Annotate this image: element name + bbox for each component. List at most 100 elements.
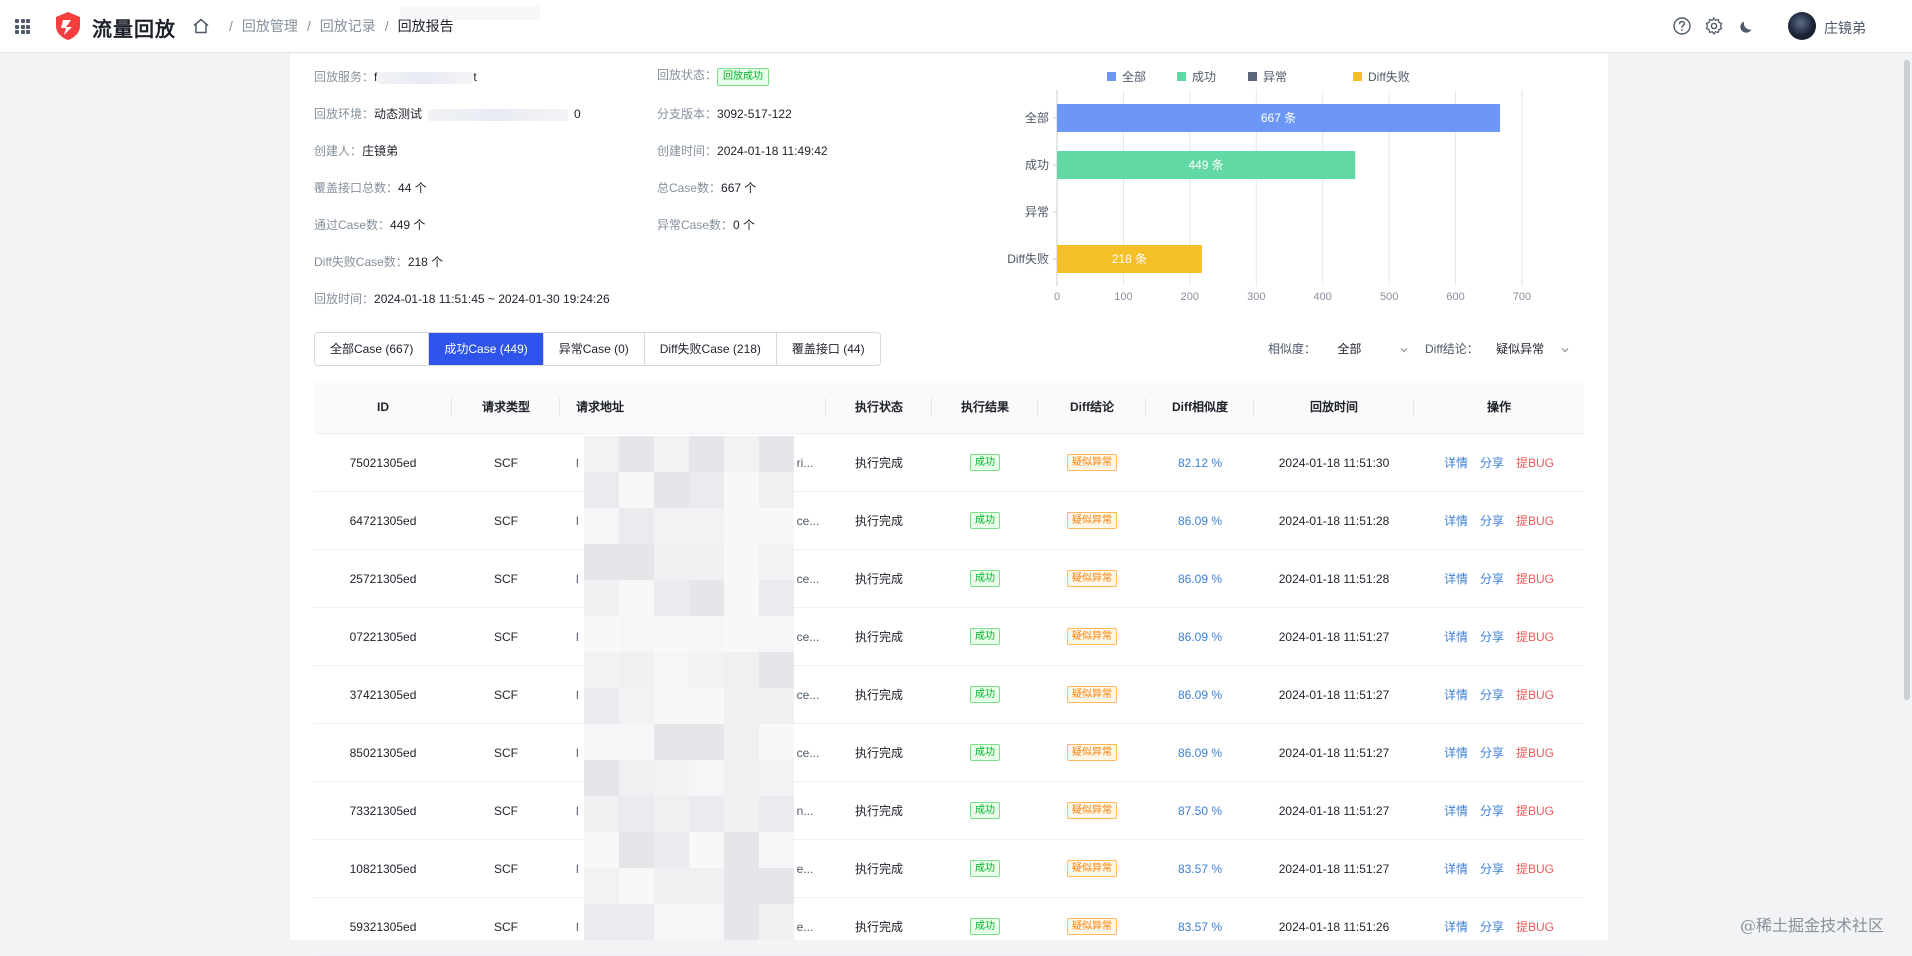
share-link[interactable]: 分享 — [1480, 862, 1504, 876]
cell-replay-time: 2024-01-18 11:51:26 — [1278, 919, 1390, 934]
cell-exec-result: 成功 — [932, 802, 1038, 819]
share-link[interactable]: 分享 — [1480, 572, 1504, 586]
mosaic-tile — [759, 724, 794, 760]
table-row: 37421305ed SCF l ce... 执行完成 成功 疑似异常 86.09 % 2024… — [314, 666, 1584, 724]
mosaic-tile — [584, 688, 619, 724]
diff-conclusion-select[interactable]: 疑似异常 — [1496, 340, 1570, 357]
tab-covered-apis[interactable]: 覆盖接口 (44) — [776, 333, 880, 365]
detail-link[interactable]: 详情 — [1444, 920, 1468, 934]
detail-link[interactable]: 详情 — [1444, 514, 1468, 528]
mosaic-tile — [619, 688, 654, 724]
mosaic-tile — [619, 508, 654, 544]
url-start: l — [576, 455, 579, 470]
mosaic-tile — [654, 544, 689, 580]
help-icon[interactable] — [1672, 16, 1692, 36]
detail-link[interactable]: 详情 — [1444, 804, 1468, 818]
mosaic-tile — [654, 508, 689, 544]
share-link[interactable]: 分享 — [1480, 804, 1504, 818]
mosaic-tile — [584, 436, 619, 472]
cell-request-type: SCF — [494, 571, 518, 586]
column-header-id[interactable]: ID — [314, 381, 452, 433]
report-bug-link[interactable]: 提BUG — [1516, 746, 1554, 760]
cell-id: 37421305ed — [349, 687, 417, 702]
cell-request-type: SCF — [494, 919, 518, 934]
share-link[interactable]: 分享 — [1480, 456, 1504, 470]
cell-request-type: SCF — [494, 803, 518, 818]
share-link[interactable]: 分享 — [1480, 746, 1504, 760]
cell-diff-similarity: 86.09 % — [1146, 514, 1254, 528]
detail-link[interactable]: 详情 — [1444, 746, 1468, 760]
url-end: ce... — [796, 687, 820, 702]
column-header-exec-result[interactable]: 执行结果 — [932, 381, 1038, 433]
apps-grid-icon[interactable] — [15, 19, 30, 34]
cell-actions: 详情 分享 提BUG — [1414, 512, 1584, 529]
cell-exec-status: 执行完成 — [854, 746, 903, 760]
cell-diff-similarity: 86.09 % — [1146, 688, 1254, 702]
legend-label: Diff失败 — [1368, 69, 1410, 84]
column-header-exec-status[interactable]: 执行状态 — [826, 381, 932, 433]
mosaic-tile — [689, 904, 724, 940]
report-bug-link[interactable]: 提BUG — [1516, 804, 1554, 818]
detail-link[interactable]: 详情 — [1444, 688, 1468, 702]
similarity-value: 83.57 % — [1177, 861, 1223, 876]
cell-exec-result: 成功 — [932, 454, 1038, 471]
detail-link[interactable]: 详情 — [1444, 862, 1468, 876]
report-bug-link[interactable]: 提BUG — [1516, 862, 1554, 876]
dark-mode-moon-icon[interactable] — [1737, 16, 1757, 36]
cell-exec-result: 成功 — [932, 744, 1038, 761]
detail-link[interactable]: 详情 — [1444, 572, 1468, 586]
mosaic-tile — [654, 832, 689, 868]
mosaic-tile — [619, 544, 654, 580]
table-row: 64721305ed SCF l ce... 执行完成 成功 疑似异常 86.09 % 2024… — [314, 492, 1584, 550]
x-tick-label: 200 — [1181, 291, 1199, 303]
cell-request-type: SCF — [494, 687, 518, 702]
home-icon[interactable] — [192, 17, 210, 35]
mosaic-tile — [619, 616, 654, 652]
watermark: @稀土掘金技术社区 — [1740, 916, 1885, 935]
share-link[interactable]: 分享 — [1480, 920, 1504, 934]
tab-all-cases[interactable]: 全部Case (667) — [315, 333, 430, 365]
column-header-diff-conclusion[interactable]: Diff结论 — [1038, 381, 1146, 433]
share-link[interactable]: 分享 — [1480, 688, 1504, 702]
report-bug-link[interactable]: 提BUG — [1516, 688, 1554, 702]
tab-diff-failed-cases[interactable]: Diff失败Case (218) — [644, 333, 777, 365]
mosaic-tile — [654, 688, 689, 724]
redacted-url-mosaic — [584, 436, 794, 940]
url-end: ce... — [796, 745, 820, 760]
mosaic-tile — [654, 436, 689, 472]
x-tick-label: 400 — [1314, 291, 1332, 303]
column-header-diff-similarity[interactable]: Diff相似度 — [1146, 381, 1254, 433]
result-badge: 成功 — [970, 918, 1000, 935]
similarity-select[interactable]: 全部 — [1337, 340, 1408, 357]
user-name[interactable]: 庄镜弟 — [1824, 18, 1866, 38]
breadcrumb-item-replay-records[interactable]: 回放记录 — [320, 16, 376, 36]
report-bug-link[interactable]: 提BUG — [1516, 514, 1554, 528]
cell-actions: 详情 分享 提BUG — [1414, 918, 1584, 935]
share-link[interactable]: 分享 — [1480, 630, 1504, 644]
cell-exec-result: 成功 — [932, 512, 1038, 529]
breadcrumb-item-replay-management[interactable]: 回放管理 — [242, 16, 298, 36]
report-bug-link[interactable]: 提BUG — [1516, 920, 1554, 934]
column-header-replay-time[interactable]: 回放时间 — [1254, 381, 1414, 433]
legend-label: 异常 — [1263, 70, 1287, 84]
page-scrollbar[interactable] — [1904, 60, 1910, 700]
tab-success-cases[interactable]: 成功Case (449) — [429, 333, 544, 365]
report-bug-link[interactable]: 提BUG — [1516, 456, 1554, 470]
mosaic-tile — [654, 796, 689, 832]
result-badge: 成功 — [970, 570, 1000, 587]
cell-diff-conclusion: 疑似异常 — [1038, 454, 1146, 471]
mosaic-tile — [759, 652, 794, 688]
detail-link[interactable]: 详情 — [1444, 630, 1468, 644]
gear-icon[interactable] — [1704, 16, 1724, 36]
column-header-request-url[interactable]: 请求地址 — [560, 381, 826, 433]
detail-link[interactable]: 详情 — [1444, 456, 1468, 470]
cell-id: 59321305ed — [349, 919, 417, 934]
report-bug-link[interactable]: 提BUG — [1516, 572, 1554, 586]
tab-abnormal-cases[interactable]: 异常Case (0) — [543, 333, 645, 365]
share-link[interactable]: 分享 — [1480, 514, 1504, 528]
cell-actions: 详情 分享 提BUG — [1414, 454, 1584, 471]
report-bug-link[interactable]: 提BUG — [1516, 630, 1554, 644]
avatar[interactable] — [1788, 12, 1816, 40]
column-header-request-type[interactable]: 请求类型 — [452, 381, 560, 433]
mosaic-tile — [584, 544, 619, 580]
